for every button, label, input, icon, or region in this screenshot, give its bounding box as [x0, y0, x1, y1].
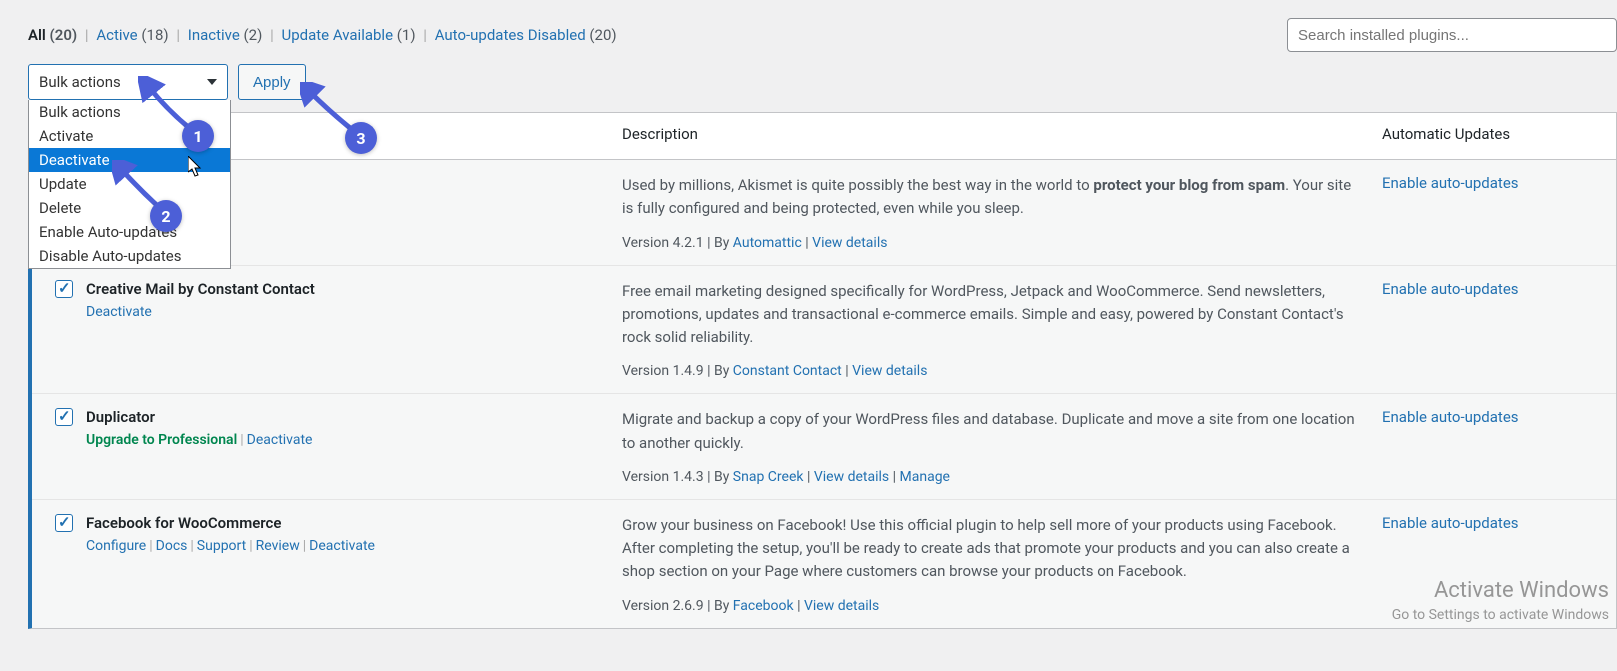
enable-auto-updates-link[interactable]: Enable auto-updates	[1382, 280, 1519, 298]
deactivate-link[interactable]: Deactivate	[247, 432, 313, 448]
plugin-status-filters: All (20) | Active (18) | Inactive (2) | …	[28, 26, 617, 44]
plugins-table: Description Automatic Updates Used by mi…	[28, 112, 1617, 629]
filter-inactive[interactable]: Inactive (2)	[188, 26, 263, 44]
bulk-option-delete[interactable]: Delete	[29, 196, 230, 220]
row-checkbox[interactable]	[55, 280, 73, 298]
upgrade-link[interactable]: Upgrade to Professional	[86, 432, 237, 448]
table-row: Facebook for WooCommerce Configure|Docs|…	[32, 500, 1616, 628]
enable-auto-updates-link[interactable]: Enable auto-updates	[1382, 514, 1519, 532]
search-input[interactable]	[1287, 18, 1617, 52]
bulk-option-update[interactable]: Update	[29, 172, 230, 196]
plugin-meta: Version 2.6.9 | By Facebook | View detai…	[622, 598, 1362, 614]
bulk-option-disable-auto[interactable]: Disable Auto-updates	[29, 244, 230, 268]
author-link[interactable]: Facebook	[733, 598, 794, 614]
table-row: Duplicator Upgrade to Professional|Deact…	[32, 394, 1616, 500]
author-link[interactable]: Snap Creek	[733, 469, 804, 485]
plugin-name: Facebook for WooCommerce	[86, 514, 622, 532]
view-details-link[interactable]: View details	[812, 235, 887, 251]
view-details-link[interactable]: View details	[852, 363, 927, 379]
configure-link[interactable]: Configure	[86, 538, 146, 554]
enable-auto-updates-link[interactable]: Enable auto-updates	[1382, 408, 1519, 426]
annotation-badge-3: 3	[345, 122, 377, 154]
view-details-link[interactable]: View details	[814, 469, 889, 485]
view-details-link[interactable]: View details	[804, 598, 879, 614]
docs-link[interactable]: Docs	[156, 538, 188, 554]
header-auto-updates: Automatic Updates	[1382, 125, 1616, 147]
bulk-actions-select[interactable]: Bulk actions	[28, 64, 228, 100]
apply-button[interactable]: Apply	[238, 64, 306, 100]
plugin-description: Grow your business on Facebook! Use this…	[622, 514, 1362, 584]
plugin-description: Used by millions, Akismet is quite possi…	[622, 174, 1362, 221]
filter-all[interactable]: All (20)	[28, 26, 77, 44]
row-checkbox[interactable]	[55, 408, 73, 426]
plugin-meta: Version 1.4.3 | By Snap Creek | View det…	[622, 469, 1362, 485]
manage-link[interactable]: Manage	[900, 469, 950, 485]
author-link[interactable]: Automattic	[733, 235, 802, 251]
search-wrap	[1287, 18, 1617, 52]
deactivate-link[interactable]: Deactivate	[86, 304, 152, 320]
filter-autoupdates-disabled[interactable]: Auto-updates Disabled (20)	[435, 26, 617, 44]
plugin-meta: Version 4.2.1 | By Automattic | View det…	[622, 235, 1362, 251]
deactivate-link[interactable]: Deactivate	[309, 538, 375, 554]
row-checkbox[interactable]	[55, 514, 73, 532]
plugin-name: Creative Mail by Constant Contact	[86, 280, 622, 298]
filter-update-available[interactable]: Update Available (1)	[281, 26, 415, 44]
plugin-description: Migrate and backup a copy of your WordPr…	[622, 408, 1362, 455]
review-link[interactable]: Review	[256, 538, 300, 554]
annotation-badge-2: 2	[150, 200, 182, 232]
chevron-down-icon	[207, 79, 217, 85]
enable-auto-updates-link[interactable]: Enable auto-updates	[1382, 174, 1519, 192]
filter-bar: All (20) | Active (18) | Inactive (2) | …	[28, 18, 1617, 52]
bulk-option-enable-auto[interactable]: Enable Auto-updates	[29, 220, 230, 244]
windows-activation-watermark: Activate Windows	[1434, 578, 1609, 603]
table-header: Description Automatic Updates	[32, 113, 1616, 160]
table-row: Creative Mail by Constant Contact Deacti…	[32, 266, 1616, 395]
plugin-name: Duplicator	[86, 408, 622, 426]
support-link[interactable]: Support	[197, 538, 246, 554]
bulk-actions-row: Bulk actions Bulk actions Activate Deact…	[28, 64, 1617, 100]
plugin-description: Free email marketing designed specifical…	[622, 280, 1362, 350]
header-description: Description	[622, 125, 1382, 147]
plugin-meta: Version 1.4.9 | By Constant Contact | Vi…	[622, 363, 1362, 379]
windows-activation-sub: Go to Settings to activate Windows	[1392, 607, 1609, 623]
table-row: Used by millions, Akismet is quite possi…	[32, 160, 1616, 266]
annotation-badge-1: 1	[182, 120, 214, 152]
author-link[interactable]: Constant Contact	[733, 363, 842, 379]
filter-active[interactable]: Active (18)	[96, 26, 168, 44]
